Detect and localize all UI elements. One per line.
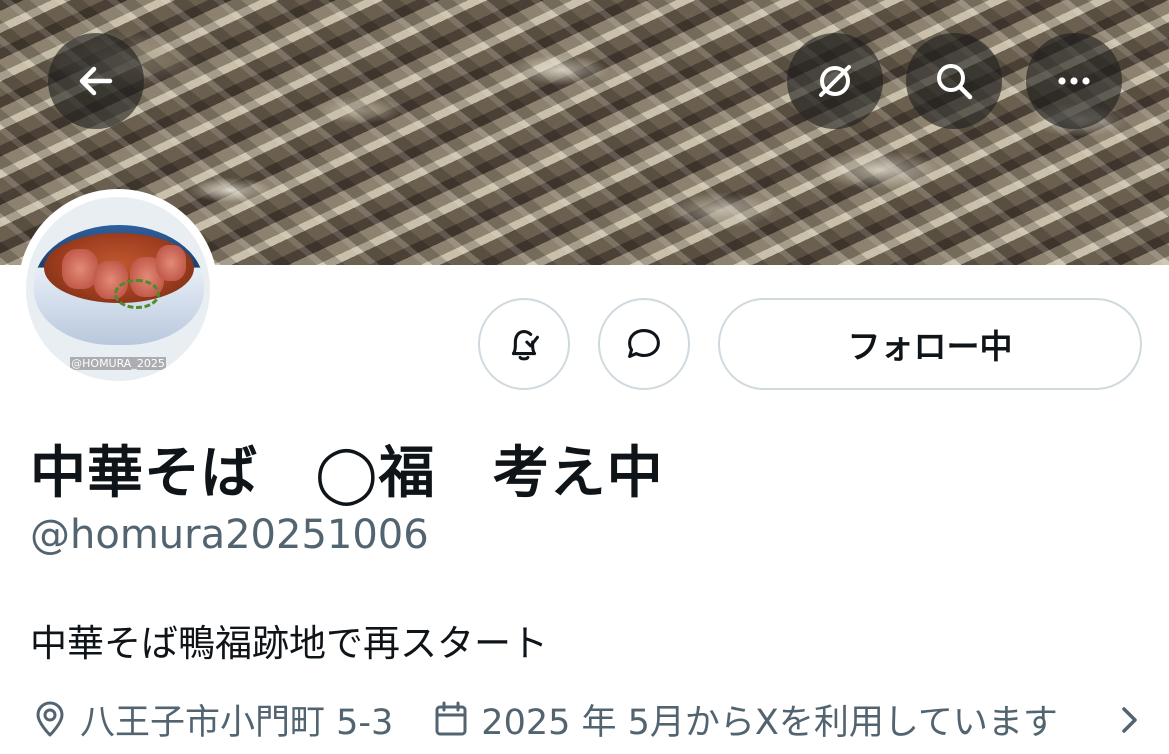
back-button[interactable] — [48, 33, 144, 129]
message-button[interactable] — [598, 298, 690, 390]
notification-button[interactable] — [478, 298, 570, 390]
avatar-image: @HOMURA_2025 — [26, 197, 210, 381]
search-icon — [937, 64, 973, 100]
chevron-right-icon[interactable] — [1112, 700, 1146, 740]
calendar-icon — [435, 701, 467, 736]
avatar-watermark: @HOMURA_2025 — [70, 357, 166, 370]
slashed-circle-icon — [819, 65, 851, 97]
following-button[interactable]: フォロー中 — [718, 298, 1142, 390]
ramen-soup — [44, 233, 194, 309]
location-text: 八王子市小門町 5-3 — [80, 702, 394, 743]
location-item: 八王子市小門町 5-3 — [30, 694, 393, 745]
more-horizontal-icon — [1058, 77, 1090, 85]
message-bubble-icon — [628, 329, 660, 358]
profile-meta: 八王子市小門町 5-3 2025 年 5月からXを利用しています — [30, 695, 1058, 743]
joined-item: 2025 年 5月からXを利用しています — [431, 694, 1058, 745]
more-button[interactable] — [1026, 33, 1122, 129]
profile-bio: 中華そば鴨福跡地で再スタート — [30, 622, 548, 665]
display-name: 中華そば ◯福 考え中 — [30, 441, 664, 506]
arrow-left-icon — [79, 66, 113, 96]
search-button[interactable] — [906, 33, 1002, 129]
avatar[interactable]: @HOMURA_2025 — [18, 189, 218, 389]
joined-text: 2025 年 5月からXを利用しています — [481, 702, 1058, 743]
user-handle: @homura20251006 — [30, 512, 429, 558]
grok-button[interactable] — [787, 33, 883, 129]
bell-check-icon — [511, 330, 539, 361]
location-pin-icon — [36, 701, 64, 737]
leek-garnish — [114, 279, 160, 309]
